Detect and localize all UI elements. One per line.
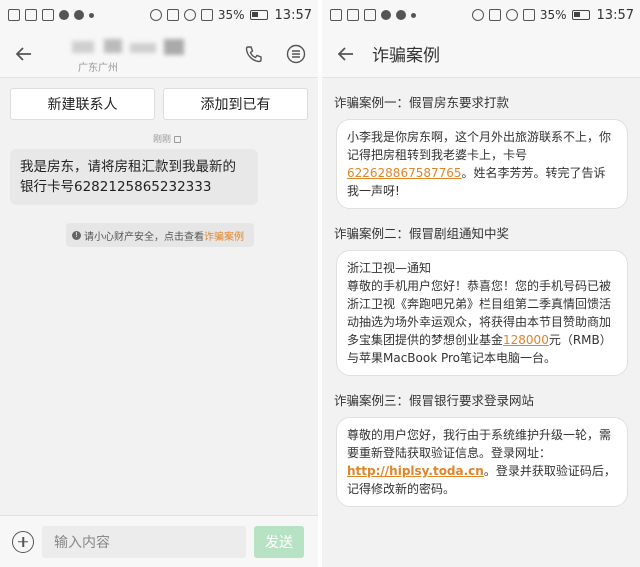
- notification-icon: [330, 9, 342, 21]
- contact-name-blurred: 广东广州: [64, 35, 194, 74]
- info-icon: !: [72, 230, 81, 240]
- lock-icon: [347, 9, 359, 21]
- image-icon: [42, 9, 54, 21]
- clock: 13:57: [596, 7, 634, 23]
- fraud-cases-link[interactable]: 诈骗案例: [204, 228, 244, 243]
- message-time-label: 刚刚: [153, 135, 172, 145]
- back-arrow-icon[interactable]: [14, 44, 34, 64]
- case-title: 诈骗案例三：假冒银行要求登录网站: [334, 393, 535, 408]
- wifi-icon: [183, 9, 196, 21]
- signal-icon: [200, 9, 213, 21]
- battery-icon: [249, 10, 268, 20]
- chat-icon: [74, 10, 84, 20]
- menu-list-icon[interactable]: [286, 44, 306, 68]
- vibrate-icon: [166, 9, 179, 21]
- page-header: 诈骗案例: [322, 30, 640, 78]
- battery-percent: 35%: [217, 8, 245, 22]
- signal-icon: [522, 9, 535, 21]
- chat-icon: [59, 10, 69, 20]
- message-time: 刚刚: [0, 132, 318, 145]
- case-message-bubble: 浙江卫视—通知 尊敬的手机用户您好！恭喜您！您的手机号码已被浙江卫视《奔跑吧兄弟…: [336, 250, 628, 376]
- incoming-message-bubble: 我是房东，请将房租汇款到我最新的银行卡号6282125865232333: [10, 149, 258, 205]
- alarm-icon: [149, 9, 162, 21]
- phishing-url-link[interactable]: http://hiplsy.toda.cn: [347, 464, 484, 478]
- fraud-warning-bar: ! 请小心财产安全，点击查看 诈骗案例: [66, 223, 254, 247]
- battery-percent: 35%: [539, 8, 567, 22]
- dot-icon: [411, 12, 416, 18]
- case-title: 诈骗案例二：假冒剧组通知中奖: [334, 226, 510, 241]
- battery-icon: [571, 10, 590, 20]
- notification-icon: [8, 9, 20, 21]
- fraud-warning-text: 请小心财产安全，点击查看: [84, 231, 204, 243]
- status-bar: 35% 13:57: [0, 0, 318, 30]
- image-icon: [364, 9, 376, 21]
- chat-icon: [396, 10, 406, 20]
- case-highlight: 6226288675877​65: [347, 166, 462, 180]
- clock: 13:57: [274, 7, 312, 23]
- lock-icon: [25, 9, 37, 21]
- fraud-cases-screen: 35% 13:57 诈骗案例 诈骗案例一：假冒房东要求打款 小李我是你房东啊，这…: [322, 0, 640, 567]
- case-section: 诈骗案例三：假冒银行要求登录网站 尊敬的用户您好，我行由于系统维护升级一轮，需要…: [322, 390, 640, 507]
- case-text: 尊敬的用户您好，我行由于系统维护升级一轮，需要重新登陆获取验证信息。登录网址：: [347, 428, 612, 460]
- send-button[interactable]: 发送: [254, 525, 304, 558]
- wifi-icon: [505, 9, 518, 21]
- dot-icon: [89, 12, 94, 18]
- case-message-bubble: 尊敬的用户您好，我行由于系统维护升级一轮，需要重新登陆获取验证信息。登录网址： h…: [336, 417, 628, 507]
- alarm-icon: [471, 9, 484, 21]
- page-title: 诈骗案例: [372, 46, 440, 66]
- conversation-header: 广东广州: [0, 30, 318, 78]
- phone-icon[interactable]: [244, 44, 264, 68]
- case-section: 诈骗案例一：假冒房东要求打款 小李我是你房东啊，这个月外出旅游联系不上，你记得把…: [322, 92, 640, 209]
- chat-icon: [381, 10, 391, 20]
- status-bar: 35% 13:57: [322, 0, 640, 30]
- add-to-existing-button[interactable]: 添加到已有: [163, 88, 308, 120]
- case-highlight: 128000: [503, 333, 549, 347]
- case-section: 诈骗案例二：假冒剧组通知中奖 浙江卫视—通知 尊敬的手机用户您好！恭喜您！您的手…: [322, 223, 640, 376]
- case-title: 诈骗案例一：假冒房东要求打款: [334, 95, 510, 110]
- back-arrow-icon[interactable]: [336, 44, 356, 64]
- compose-bar: 输入内容 发送: [0, 515, 318, 567]
- case-message-bubble: 小李我是你房东啊，这个月外出旅游联系不上，你记得把房租转到我老婆卡上，卡号 622…: [336, 119, 628, 209]
- new-contact-button[interactable]: 新建联系人: [10, 88, 155, 120]
- sim-icon: [173, 136, 181, 143]
- vibrate-icon: [488, 9, 501, 21]
- case-text: 小李我是你房东啊，这个月外出旅游联系不上，你记得把房租转到我老婆卡上，卡号: [347, 130, 612, 162]
- messages-screen: 35% 13:57 广东广州 新建联系人 添加到已有 刚刚 我是房东，请将房租汇…: [0, 0, 318, 567]
- add-attachment-icon[interactable]: [12, 530, 34, 553]
- contact-location: 广东广州: [78, 62, 118, 74]
- case-heading: 浙江卫视—通知: [347, 261, 432, 275]
- message-input[interactable]: 输入内容: [42, 525, 246, 558]
